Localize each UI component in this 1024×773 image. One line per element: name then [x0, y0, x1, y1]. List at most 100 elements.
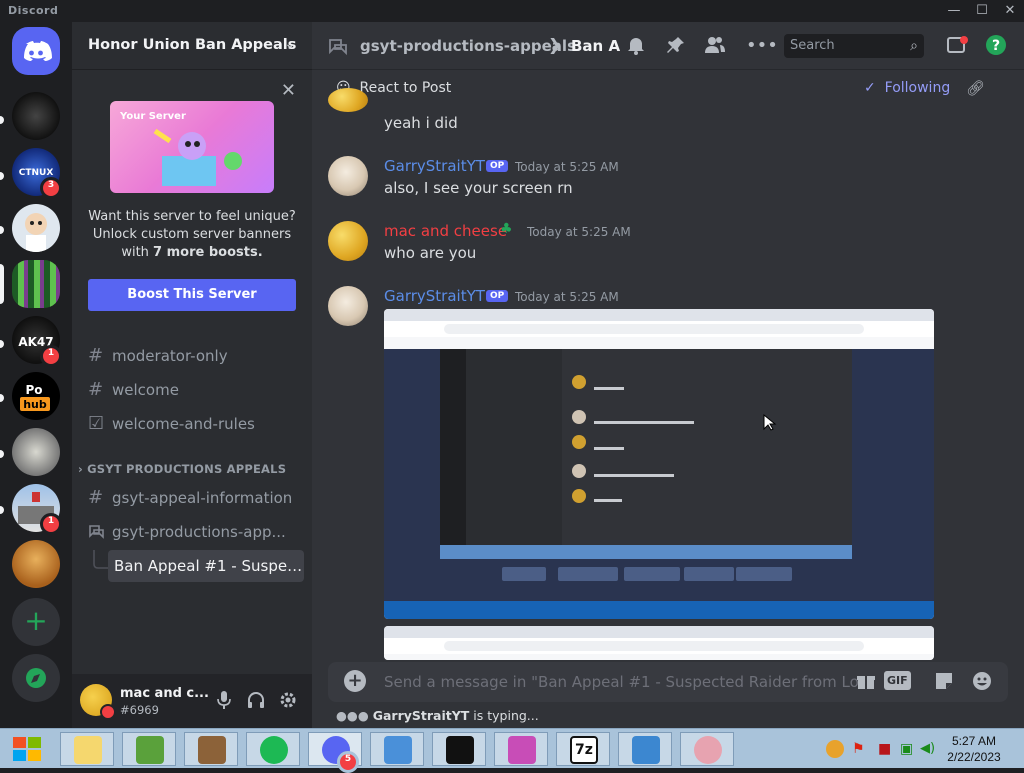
- flag-icon[interactable]: ⚑: [852, 741, 865, 757]
- channel-moderator-only[interactable]: # moderator-only: [80, 340, 304, 372]
- dnd-status-icon: [100, 704, 116, 720]
- hash-icon: #: [88, 487, 104, 508]
- explore-servers-button[interactable]: [12, 654, 60, 702]
- close-icon[interactable]: ✕: [281, 80, 296, 101]
- image-attachment[interactable]: [384, 626, 934, 660]
- help-icon[interactable]: ?: [986, 35, 1006, 60]
- chevron-right-icon: ❯: [548, 35, 562, 54]
- hash-icon: #: [88, 345, 104, 366]
- taskbar-file-explorer[interactable]: [60, 732, 114, 766]
- breadcrumb-thread[interactable]: Ban A: [571, 37, 621, 55]
- channel-gsyt-productions-appeals[interactable]: gsyt-productions-app...: [80, 516, 304, 548]
- taskbar-terminal[interactable]: [432, 732, 486, 766]
- taskbar-7zip[interactable]: 7z: [556, 732, 610, 766]
- boost-promo-card: ✕ Your Server Want this server to feel u…: [72, 70, 312, 332]
- taskbar-remote-desktop[interactable]: [370, 732, 424, 766]
- message-author[interactable]: GarryStraitYT: [384, 287, 485, 305]
- windows-logo-icon: [13, 737, 41, 761]
- server-header[interactable]: Honor Union Ban Appeals ⌄: [72, 22, 312, 70]
- user-panel: mac and c... #6969: [72, 674, 312, 728]
- taskbar-app[interactable]: [494, 732, 548, 766]
- message-author[interactable]: GarryStraitYT: [384, 157, 485, 175]
- message-text: who are you: [384, 244, 477, 262]
- taskbar-discord[interactable]: 5: [308, 732, 362, 773]
- server-5-badge: 1: [40, 345, 62, 367]
- more-options-icon[interactable]: •••: [746, 35, 778, 56]
- sticker-icon[interactable]: [934, 671, 954, 696]
- op-badge: OP: [486, 160, 509, 172]
- channel-gsyt-appeal-information[interactable]: # gsyt-appeal-information: [80, 482, 304, 514]
- upload-plus-button[interactable]: +: [344, 670, 366, 692]
- taskbar-game[interactable]: [122, 732, 176, 766]
- op-badge: OP: [486, 290, 509, 302]
- microphone-icon[interactable]: [216, 690, 232, 715]
- svg-text:?: ?: [992, 38, 1000, 54]
- avatar[interactable]: [328, 156, 368, 196]
- message-text: yeah i did: [384, 114, 458, 132]
- leaf-icon: ♣: [500, 221, 513, 237]
- category-gsyt-productions-appeals[interactable]: › GSYT PRODUCTIONS APPEALS: [78, 462, 286, 476]
- message-input[interactable]: Send a message in "Ban Appeal #1 - Suspe…: [384, 673, 876, 691]
- taskbar-visual-studio[interactable]: [618, 732, 672, 766]
- message-timestamp: Today at 5:25 AM: [515, 290, 619, 304]
- taskbar-app-2[interactable]: [680, 732, 734, 766]
- username: mac and c...: [120, 686, 209, 701]
- chevron-down-icon: ⌄: [284, 36, 296, 52]
- tray-red-icon[interactable]: ■: [878, 741, 891, 757]
- following-button[interactable]: ✓ Following: [864, 80, 950, 96]
- gear-icon[interactable]: [278, 690, 298, 715]
- message-author[interactable]: mac and cheese: [384, 222, 507, 240]
- search-icon: ⌕: [910, 38, 918, 54]
- bell-icon[interactable]: [626, 35, 646, 60]
- emoji-icon[interactable]: [972, 671, 992, 696]
- channel-welcome[interactable]: # welcome: [80, 374, 304, 406]
- minimize-button[interactable]: —: [944, 2, 964, 20]
- message-timestamp: Today at 5:25 AM: [527, 225, 631, 239]
- tray-arrow-icon[interactable]: [826, 740, 844, 758]
- maximize-button[interactable]: ☐: [972, 2, 992, 20]
- image-attachment[interactable]: [384, 309, 934, 619]
- window-titlebar: Discord — ☐ ✕: [0, 0, 1024, 22]
- system-clock[interactable]: 5:27 AM 2/22/2023: [930, 733, 1018, 765]
- rules-checkbox-icon: ☑: [88, 413, 105, 434]
- start-button[interactable]: [8, 732, 48, 766]
- message-composer: + Send a message in "Ban Appeal #1 - Sus…: [328, 662, 1008, 702]
- inbox-icon[interactable]: [946, 35, 968, 60]
- headphones-icon[interactable]: [246, 690, 266, 715]
- thread-ban-appeal-1[interactable]: Ban Appeal #1 - Suspect...: [108, 550, 304, 582]
- taskbar-spotify[interactable]: [246, 732, 300, 766]
- server-icon-6[interactable]: Po hub: [12, 372, 60, 420]
- boost-description: Want this server to feel unique? Unlock …: [88, 209, 296, 260]
- search-input[interactable]: Search ⌕: [784, 34, 924, 58]
- server-icon-4[interactable]: [12, 260, 60, 308]
- link-icon[interactable]: 🔗︎: [966, 79, 985, 97]
- server-icon-7[interactable]: [12, 428, 60, 476]
- server-name: Honor Union Ban Appeals: [88, 37, 297, 53]
- avatar[interactable]: [328, 88, 368, 112]
- network-icon[interactable]: ▣: [900, 741, 913, 757]
- thread-actions-bar: ☺ React to Post ✓ Following 🔗︎: [312, 70, 1024, 110]
- member-list-icon[interactable]: [704, 35, 726, 60]
- server-icon-9[interactable]: [12, 540, 60, 588]
- svg-text:Po: Po: [25, 383, 42, 397]
- taskbar-minecraft[interactable]: [184, 732, 238, 766]
- server-icon-3[interactable]: [12, 204, 60, 252]
- user-tag: #6969: [120, 703, 159, 717]
- close-window-button[interactable]: ✕: [1000, 2, 1020, 20]
- boost-server-button[interactable]: Boost This Server: [88, 279, 296, 311]
- avatar[interactable]: [328, 286, 368, 326]
- screenshot-image: [384, 626, 934, 660]
- pin-icon[interactable]: [666, 35, 686, 60]
- server-8-badge: 1: [40, 513, 62, 535]
- discord-taskbar-badge: 5: [337, 751, 359, 773]
- hash-icon: #: [88, 379, 104, 400]
- gif-button[interactable]: GIF: [884, 671, 911, 690]
- breadcrumb-forum[interactable]: gsyt-productions-appeals: [360, 37, 576, 55]
- avatar[interactable]: [328, 221, 368, 261]
- home-button[interactable]: [12, 27, 60, 75]
- channel-welcome-and-rules[interactable]: ☑ welcome-and-rules: [80, 408, 304, 440]
- app-title: Discord: [8, 4, 59, 17]
- server-icon-1[interactable]: [12, 92, 60, 140]
- gift-icon[interactable]: [856, 671, 876, 696]
- add-server-button[interactable]: +: [12, 598, 60, 646]
